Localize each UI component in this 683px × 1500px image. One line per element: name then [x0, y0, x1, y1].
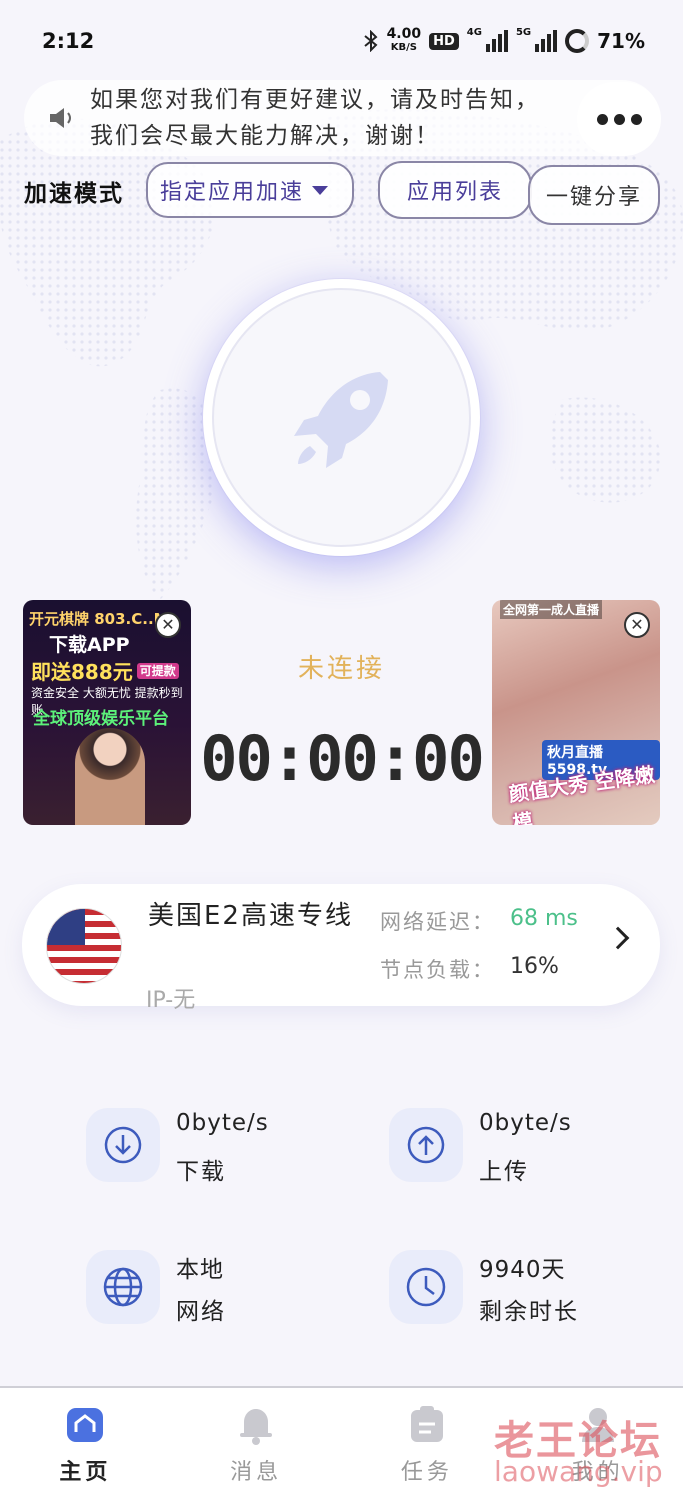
- tab-home-label: 主页: [59, 1460, 112, 1485]
- latency-value: 68 ms: [510, 906, 578, 931]
- download-speed: 0byte/s: [176, 1110, 269, 1136]
- battery-percent: 71%: [597, 29, 645, 53]
- mode-label: 加速模式: [24, 181, 124, 207]
- signal-icon-2: [535, 30, 558, 52]
- ad-right-line1: 全网第一成人直播: [500, 600, 603, 619]
- ad-right-close-icon[interactable]: ✕: [624, 612, 650, 638]
- bell-icon: [240, 1409, 273, 1445]
- load-value: 16%: [510, 954, 559, 979]
- download-label: 下载: [176, 1159, 226, 1185]
- mode-select[interactable]: 指定应用加速: [146, 162, 354, 218]
- share-button[interactable]: 一键分享: [528, 165, 660, 225]
- more-menu-button[interactable]: [577, 82, 661, 156]
- tab-messages[interactable]: 消息: [171, 1388, 342, 1500]
- watermark-url: laowang.vip: [494, 1455, 663, 1488]
- network-value: 本地: [176, 1257, 224, 1283]
- tab-messages-label: 消息: [230, 1460, 283, 1485]
- remaining-label: 剩余时长: [479, 1299, 579, 1325]
- battery-icon: [565, 29, 590, 53]
- server-card[interactable]: 美国E2高速专线 IP-无 网络延迟： 68 ms 节点负载： 16%: [22, 884, 660, 1013]
- status-icons: 4.00 KB/S HD 4G 5G 71%: [363, 27, 645, 55]
- tab-home[interactable]: 主页: [0, 1388, 171, 1500]
- hd-badge: HD: [429, 32, 459, 50]
- download-icon: [86, 1108, 160, 1182]
- ad-left-close-icon[interactable]: ✕: [155, 612, 181, 638]
- remaining-value: 9940天: [479, 1257, 566, 1283]
- status-bar: 2:12 4.00 KB/S HD 4G 5G 71%: [0, 0, 683, 82]
- caret-down-icon: [312, 185, 329, 195]
- clock-icon: [389, 1250, 463, 1324]
- net-speed: 4.00 KB/S: [386, 26, 422, 53]
- tab-tasks[interactable]: 任务: [342, 1388, 513, 1500]
- upload-icon: [389, 1108, 463, 1182]
- connection-timer: 00:00:00: [200, 722, 485, 795]
- rocket-icon: [293, 371, 388, 468]
- network-label: 网络: [176, 1299, 226, 1325]
- app-list-button[interactable]: 应用列表: [378, 161, 532, 219]
- server-ip: IP-无: [146, 988, 196, 1013]
- upload-label: 上传: [479, 1159, 529, 1185]
- bluetooth-icon: [363, 30, 378, 52]
- notice-bar[interactable]: 如果您对我们有更好建议，请及时告知，我们会尽最大能力解决，谢谢！: [24, 80, 660, 156]
- notice-text: 如果您对我们有更好建议，请及时告知，我们会尽最大能力解决，谢谢！: [90, 87, 540, 149]
- latency-label: 网络延迟：: [380, 910, 495, 934]
- connect-button[interactable]: [212, 288, 471, 547]
- upload-speed: 0byte/s: [479, 1110, 572, 1136]
- us-flag-icon: [46, 908, 122, 984]
- server-name: 美国E2高速专线: [148, 901, 353, 931]
- home-icon: [67, 1408, 104, 1442]
- connection-status: 未连接: [297, 654, 385, 684]
- tab-tasks-label: 任务: [400, 1460, 453, 1485]
- signal-icon: [485, 30, 508, 52]
- task-icon: [410, 1406, 443, 1442]
- speaker-icon: [50, 108, 71, 128]
- globe-icon: [86, 1250, 160, 1324]
- load-label: 节点负载：: [380, 958, 495, 982]
- chevron-right-icon: [606, 926, 630, 950]
- ad-left-line1: 开元棋牌 803.C..M: [29, 610, 169, 628]
- status-time: 2:12: [42, 29, 95, 53]
- mode-select-value: 指定应用加速: [160, 180, 305, 205]
